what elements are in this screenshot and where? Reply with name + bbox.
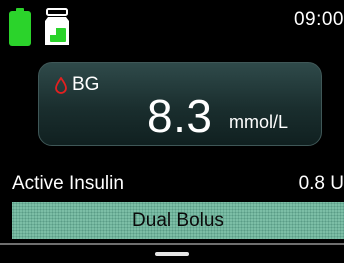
dual-bolus-label: Dual Bolus: [132, 209, 224, 231]
menu-handle[interactable]: [155, 252, 189, 256]
battery-icon: [9, 8, 31, 46]
clock-time: 09:00: [293, 9, 344, 30]
status-bar: 09:00: [0, 0, 344, 48]
bg-value: 8.3: [147, 90, 213, 142]
active-insulin-value: 0.8 U: [298, 173, 344, 194]
bg-unit: mmol/L: [229, 112, 289, 132]
blood-drop-icon: [55, 77, 67, 94]
insulin-reservoir-icon: [45, 8, 69, 45]
active-insulin-label: Active Insulin: [12, 173, 124, 194]
bg-label: BG: [72, 74, 100, 95]
dual-bolus-status-bar[interactable]: Dual Bolus: [12, 202, 344, 239]
bottom-divider: [0, 243, 344, 245]
blood-glucose-card[interactable]: BG 8.3 mmol/L: [38, 62, 322, 146]
